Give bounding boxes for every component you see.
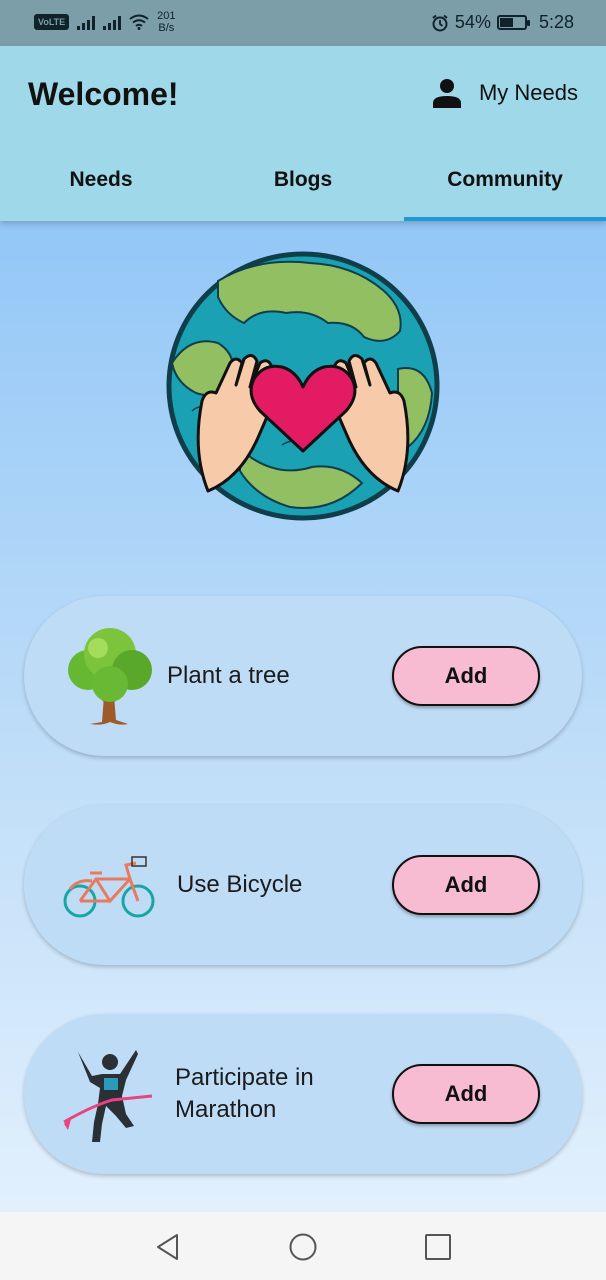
clock: 5:28 bbox=[538, 12, 574, 32]
person-icon bbox=[432, 79, 461, 108]
bicycle-icon bbox=[63, 856, 155, 918]
signal-icon bbox=[77, 14, 96, 30]
system-nav-bar bbox=[0, 1212, 606, 1280]
my-needs-button[interactable]: My Needs bbox=[432, 78, 578, 108]
volte-indicator: VoLTE bbox=[34, 14, 70, 30]
status-bar: VoLTE 201 B/s 54% 5:28 bbox=[0, 0, 606, 46]
add-button[interactable]: Add bbox=[392, 646, 540, 706]
add-button[interactable]: Add bbox=[392, 855, 540, 915]
page-title: Welcome! bbox=[28, 76, 179, 112]
card-label: Use Bicycle bbox=[177, 871, 303, 898]
card-label: Participate in Marathon bbox=[175, 1064, 314, 1123]
tree-icon bbox=[68, 628, 152, 725]
battery-icon bbox=[496, 15, 530, 30]
wifi-icon bbox=[129, 14, 149, 30]
recents-icon[interactable] bbox=[423, 1232, 453, 1262]
battery-percent: 54% bbox=[454, 12, 491, 32]
tab-label: Community bbox=[447, 168, 563, 191]
network-speed-unit: B/s bbox=[158, 22, 175, 34]
back-icon[interactable] bbox=[153, 1232, 183, 1262]
network-speed: 201 B/s bbox=[157, 10, 175, 34]
my-needs-label: My Needs bbox=[478, 80, 578, 105]
network-speed-value: 201 bbox=[157, 10, 176, 22]
home-icon[interactable] bbox=[288, 1232, 318, 1262]
card-plant-tree: Plant a tree Add bbox=[24, 596, 582, 756]
tab-label: Blogs bbox=[273, 168, 333, 191]
runner-icon bbox=[63, 1050, 153, 1142]
status-left: VoLTE 201 B/s bbox=[34, 10, 176, 34]
signal-icon bbox=[103, 14, 122, 30]
tab-bar: Needs Blogs Community bbox=[0, 149, 606, 221]
battery-fill bbox=[499, 18, 513, 27]
earth-with-heart-hands-icon bbox=[166, 251, 440, 521]
alarm-icon bbox=[432, 14, 448, 31]
card-use-bicycle: Use Bicycle Add bbox=[24, 805, 582, 965]
tab-blogs[interactable]: Blogs bbox=[202, 149, 404, 221]
tab-needs[interactable]: Needs bbox=[0, 149, 202, 221]
tab-community[interactable]: Community bbox=[404, 149, 606, 221]
community-content: Plant a tree Add Use Bicycle Add Partici… bbox=[0, 221, 606, 1212]
card-marathon: Participate in Marathon Add bbox=[24, 1014, 582, 1174]
tab-label: Needs bbox=[69, 168, 133, 191]
add-button[interactable]: Add bbox=[392, 1064, 540, 1124]
card-label: Plant a tree bbox=[167, 662, 290, 689]
status-right: 54% 5:28 bbox=[431, 12, 574, 33]
app-bar: Welcome! My Needs Needs Blogs Community bbox=[0, 46, 606, 221]
